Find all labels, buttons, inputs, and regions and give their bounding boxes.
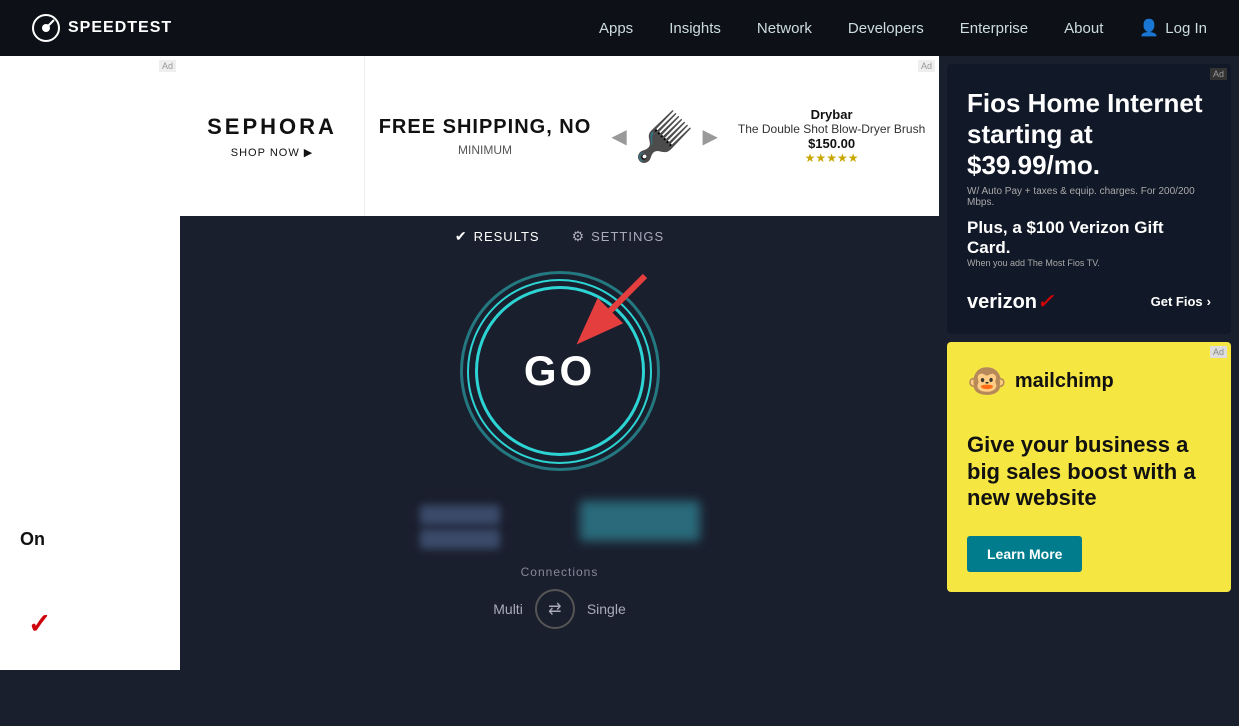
connections-label: Connections xyxy=(521,565,599,579)
verizon-content: Fios Home Internet starting at $39.99/mo… xyxy=(967,88,1211,268)
verizon-logo: verizon✓ xyxy=(967,289,1054,314)
right-ads: Ad Fios Home Internet starting at $39.99… xyxy=(939,56,1239,670)
info-blur-bottom-left xyxy=(420,529,500,549)
next-arrow[interactable]: ▶ xyxy=(702,124,717,149)
mailchimp-learn-more-button[interactable]: Learn More xyxy=(967,536,1082,572)
go-label: GO xyxy=(524,347,595,395)
go-container: GO xyxy=(450,261,670,481)
sephora-subtitle: SHOP NOW ▶ xyxy=(231,146,313,159)
mailchimp-brand-name: mailchimp xyxy=(1015,370,1114,393)
nav-network[interactable]: Network xyxy=(757,20,812,37)
brush-image: 🪮 xyxy=(635,108,695,165)
nav-apps[interactable]: Apps xyxy=(599,20,633,37)
left-ad-on-label: On xyxy=(20,529,45,550)
info-block-right xyxy=(580,501,700,549)
tab-settings[interactable]: ⚙ SETTINGS xyxy=(572,228,665,245)
verizon-gift-sub: When you add The Most Fios TV. xyxy=(967,258,1211,268)
chevron-right-icon: › xyxy=(1207,294,1211,309)
single-option[interactable]: Single xyxy=(587,601,626,617)
left-ad: Ad On ✓ xyxy=(0,56,180,670)
login-label: Log In xyxy=(1165,20,1207,37)
banner-sub: MINIMUM xyxy=(379,143,592,157)
left-ad-badge: Ad xyxy=(159,60,176,72)
speedtest-area: ✔ RESULTS ⚙ SETTINGS GO xyxy=(180,216,939,670)
tab-settings-label: SETTINGS xyxy=(591,229,664,244)
speedtest-logo-icon xyxy=(32,14,60,42)
mailchimp-header: 🐵 mailchimp xyxy=(967,362,1211,400)
product-brand: Drybar xyxy=(738,107,925,122)
logo[interactable]: SPEEDTEST xyxy=(32,14,172,42)
toggle-row: Multi ⇄ Single xyxy=(493,589,625,629)
mailchimp-ad[interactable]: Ad 🐵 mailchimp Give your business a big … xyxy=(947,342,1231,592)
verizon-sub: W/ Auto Pay + taxes & equip. charges. Fo… xyxy=(967,186,1211,208)
banner-ads: SEPHORA SHOP NOW ▶ Ad FREE SHIPPING, NO … xyxy=(180,56,939,216)
connections-row: Connections Multi ⇄ Single xyxy=(493,565,625,629)
verizon-ad-badge: Ad xyxy=(1210,68,1227,80)
product-info: Drybar The Double Shot Blow-Dryer Brush … xyxy=(738,107,925,165)
go-button[interactable]: GO xyxy=(475,286,645,456)
product-nav: ◀ 🪮 ▶ xyxy=(611,108,718,165)
sephora-title: SEPHORA xyxy=(207,114,337,140)
product-price: $150.00 xyxy=(738,136,925,151)
verizon-get-fios-button[interactable]: Get Fios › xyxy=(1151,294,1211,309)
info-block-left xyxy=(420,501,500,549)
page-body: Ad On ✓ SEPHORA SHOP NOW ▶ Ad FREE SHIPP… xyxy=(0,56,1239,670)
toggle-icon: ⇄ xyxy=(548,599,561,619)
verizon-ad[interactable]: Ad Fios Home Internet starting at $39.99… xyxy=(947,64,1231,334)
verizon-bottom: verizon✓ Get Fios › xyxy=(967,289,1211,314)
logo-text: SPEEDTEST xyxy=(68,19,172,37)
tab-results[interactable]: ✔ RESULTS xyxy=(455,228,540,245)
login-button[interactable]: 👤 Log In xyxy=(1139,18,1207,38)
settings-icon: ⚙ xyxy=(572,228,586,245)
results-icon: ✔ xyxy=(455,228,468,245)
prev-arrow[interactable]: ◀ xyxy=(611,124,626,149)
header: SPEEDTEST Apps Insights Network Develope… xyxy=(0,0,1239,56)
banner-headline: FREE SHIPPING, NO xyxy=(379,116,592,139)
center-content: SEPHORA SHOP NOW ▶ Ad FREE SHIPPING, NO … xyxy=(180,56,939,670)
mailchimp-ad-badge: Ad xyxy=(1210,346,1227,358)
verizon-v: ✓ xyxy=(1037,291,1054,313)
info-row xyxy=(420,501,700,549)
tab-bar: ✔ RESULTS ⚙ SETTINGS xyxy=(455,228,664,245)
main-nav: Apps Insights Network Developers Enterpr… xyxy=(599,18,1207,38)
nav-insights[interactable]: Insights xyxy=(669,20,721,37)
verizon-gift-headline: Plus, a $100 Verizon Gift Card. xyxy=(967,218,1211,258)
toggle-switch[interactable]: ⇄ xyxy=(535,589,575,629)
get-fios-label: Get Fios xyxy=(1151,294,1203,309)
product-name: The Double Shot Blow-Dryer Brush xyxy=(738,122,925,136)
drybar-ad[interactable]: Ad FREE SHIPPING, NO MINIMUM ◀ 🪮 ▶ Dryba… xyxy=(365,56,939,216)
nav-about[interactable]: About xyxy=(1064,20,1103,37)
verizon-checkmark: ✓ xyxy=(28,607,51,640)
banner-text: FREE SHIPPING, NO MINIMUM xyxy=(379,116,592,157)
mailchimp-headline: Give your business a big sales boost wit… xyxy=(967,432,1211,511)
mailchimp-monkey-icon: 🐵 xyxy=(967,362,1007,400)
info-blur-right xyxy=(580,501,700,541)
info-blur-top-left xyxy=(420,505,500,525)
product-image: 🪮 xyxy=(635,108,695,165)
nav-developers[interactable]: Developers xyxy=(848,20,924,37)
product-stars: ★★★★★ xyxy=(738,151,925,165)
sephora-ad[interactable]: SEPHORA SHOP NOW ▶ xyxy=(180,56,365,216)
banner-ad-badge: Ad xyxy=(918,60,935,72)
multi-option[interactable]: Multi xyxy=(493,601,523,617)
user-icon: 👤 xyxy=(1139,18,1159,38)
nav-enterprise[interactable]: Enterprise xyxy=(960,20,1028,37)
verizon-headline: Fios Home Internet starting at $39.99/mo… xyxy=(967,88,1211,182)
tab-results-label: RESULTS xyxy=(474,229,540,244)
left-ad-content xyxy=(8,64,172,662)
